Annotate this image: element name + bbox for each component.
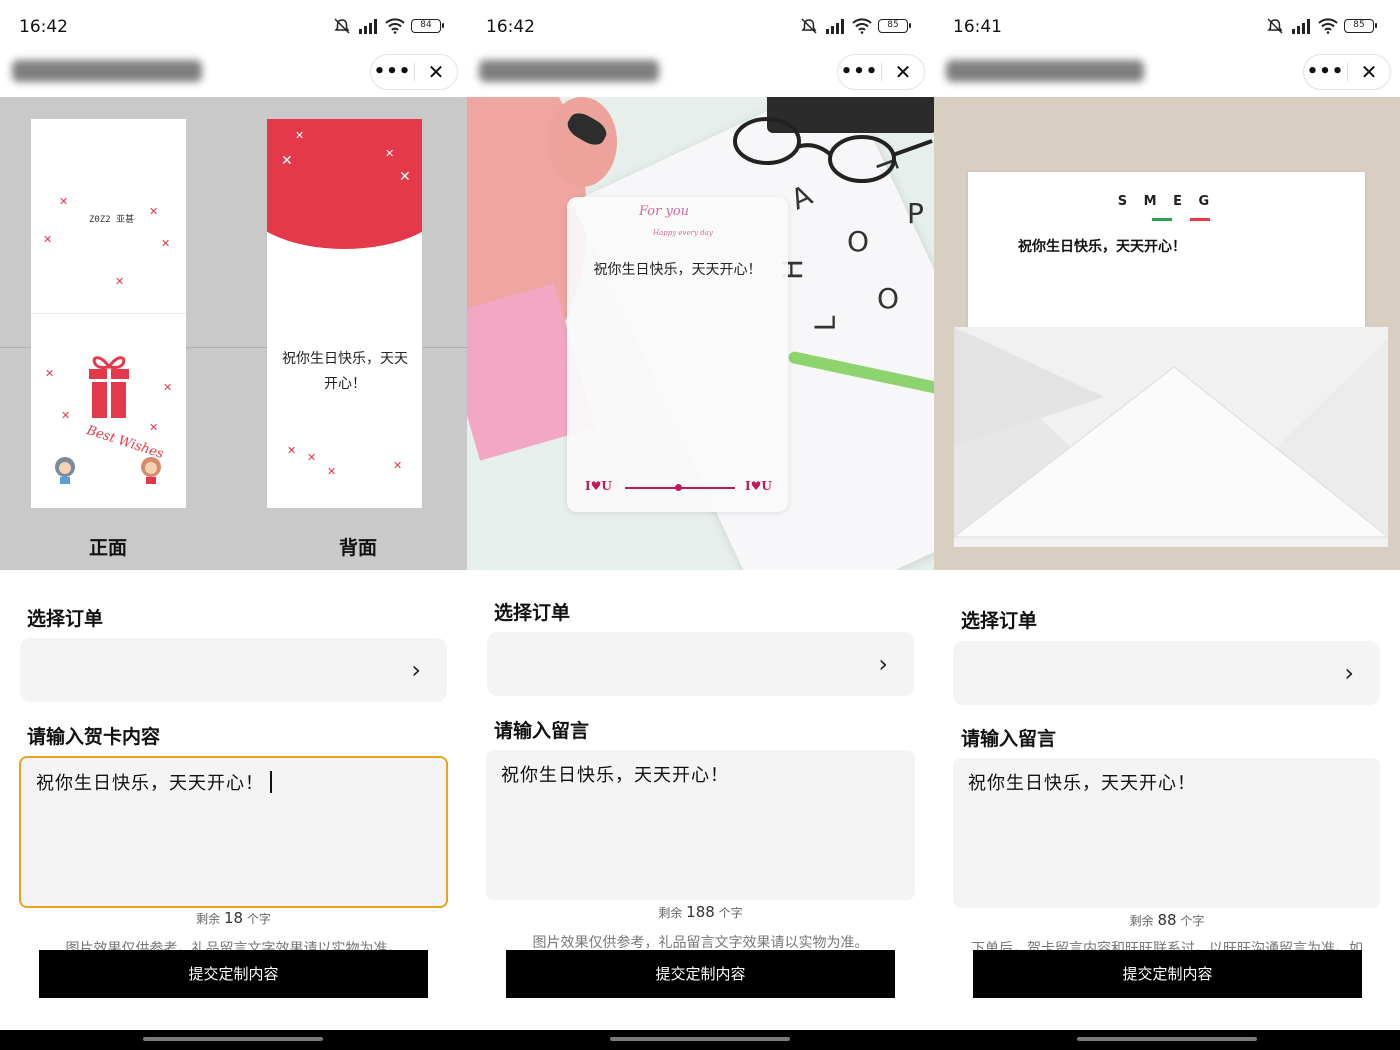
message-input-value: 祝你生日快乐，天天开心！ bbox=[968, 773, 1196, 794]
card-preview: S M E G 祝你生日快乐，天天开心！ bbox=[934, 97, 1400, 570]
back-label: 背面 bbox=[339, 537, 378, 559]
disclaimer-note: 图片效果仅供参考，礼品留言文字效果请以实物为准。 bbox=[532, 935, 869, 951]
envelope-icon bbox=[954, 327, 1388, 547]
blurred-title bbox=[479, 60, 659, 82]
iou-right: I♥U bbox=[745, 479, 772, 493]
message-input[interactable]: 祝你生日快乐，天天开心！ bbox=[19, 756, 448, 908]
iou-left: I♥U bbox=[585, 479, 612, 493]
mini-program-titlebar: ••• ✕ bbox=[0, 52, 467, 97]
glasses-icon bbox=[733, 117, 933, 183]
message-input[interactable]: 祝你生日快乐，天天开心！ bbox=[486, 750, 915, 900]
mute-icon bbox=[801, 18, 817, 34]
capsule-menu: ••• ✕ bbox=[837, 54, 925, 90]
signal-icon bbox=[359, 19, 377, 34]
order-section-title: 选择订单 bbox=[961, 610, 1038, 632]
more-icon[interactable]: ••• bbox=[371, 63, 414, 81]
card-preview: A H L O O P T For you Happy every day 祝你… bbox=[467, 97, 934, 570]
gift-icon bbox=[89, 356, 129, 418]
home-indicator bbox=[0, 1030, 467, 1050]
submit-button[interactable]: 提交定制内容 bbox=[39, 950, 428, 998]
message-card: For you Happy every day 祝你生日快乐，天天开心！ I♥U… bbox=[567, 197, 788, 512]
message-input-value: 祝你生日快乐，天天开心！ bbox=[36, 773, 264, 794]
capsule-menu: ••• ✕ bbox=[370, 54, 458, 90]
happy-day-text: Happy every day bbox=[653, 229, 713, 237]
message-section-title: 请输入留言 bbox=[961, 728, 1057, 750]
card-back-message: 祝你生日快乐，天天开心！ bbox=[282, 351, 408, 392]
battery-icon: 85 bbox=[878, 19, 911, 33]
card-message: 祝你生日快乐，天天开心！ bbox=[593, 262, 762, 278]
left-mascot-icon bbox=[55, 457, 75, 484]
more-icon[interactable]: ••• bbox=[838, 63, 881, 81]
chevron-right-icon: › bbox=[878, 650, 888, 678]
status-time: 16:42 bbox=[19, 17, 68, 37]
order-section-title: 选择订单 bbox=[27, 608, 104, 630]
wifi-icon bbox=[1318, 18, 1338, 34]
right-mascot-icon bbox=[141, 457, 161, 484]
remaining-count: 剩余 18 个字 bbox=[196, 909, 271, 927]
message-section-title: 请输入贺卡内容 bbox=[27, 726, 161, 748]
close-icon[interactable]: ✕ bbox=[882, 60, 924, 84]
panel-smeg-card: 16:41 85 ••• ✕ S M E G 祝你生日快乐，天天开心！ 选择订单… bbox=[934, 0, 1400, 1030]
card-back: ✕ ✕ ✕ ✕ 祝你生日快乐，天天开心！ ✕ ✕ ✕ ✕ bbox=[267, 119, 422, 508]
blurred-title bbox=[946, 60, 1144, 82]
submit-button[interactable]: 提交定制内容 bbox=[973, 950, 1362, 998]
card-message: 祝你生日快乐，天天开心！ bbox=[1018, 239, 1186, 255]
panel-greeting-card: 16:42 84 ••• ✕ Z0Z2 亚甚 ✕ ✕ ✕ ✕ ✕ ✕ ✕ ✕ ✕… bbox=[0, 0, 467, 1030]
chevron-right-icon: › bbox=[411, 656, 421, 684]
message-section-title: 请输入留言 bbox=[494, 720, 590, 742]
close-icon[interactable]: ✕ bbox=[415, 60, 457, 84]
signal-icon bbox=[1292, 19, 1310, 34]
remaining-count: 剩余 88 个字 bbox=[1129, 911, 1205, 929]
status-bar: 16:41 85 bbox=[934, 0, 1400, 52]
status-bar: 16:42 85 bbox=[467, 0, 934, 52]
submit-button[interactable]: 提交定制内容 bbox=[506, 950, 895, 998]
home-indicator bbox=[934, 1030, 1400, 1050]
close-icon[interactable]: ✕ bbox=[1348, 60, 1390, 84]
status-bar: 16:42 84 bbox=[0, 0, 467, 52]
mini-program-titlebar: ••• ✕ bbox=[934, 52, 1400, 97]
battery-icon: 84 bbox=[411, 19, 444, 33]
message-input-value: 祝你生日快乐，天天开心！ bbox=[501, 765, 729, 786]
card-preview: Z0Z2 亚甚 ✕ ✕ ✕ ✕ ✕ ✕ ✕ ✕ ✕ Best Wishes ✕ bbox=[0, 97, 467, 570]
order-select[interactable]: › bbox=[953, 641, 1380, 705]
home-indicator bbox=[467, 1030, 934, 1050]
brand-text: Z0Z2 亚甚 bbox=[89, 215, 135, 225]
status-time: 16:41 bbox=[953, 17, 1002, 37]
front-label: 正面 bbox=[89, 537, 128, 559]
card-front: Z0Z2 亚甚 ✕ ✕ ✕ ✕ ✕ ✕ ✕ ✕ ✕ Best Wishes bbox=[31, 119, 186, 508]
order-select[interactable]: › bbox=[20, 638, 447, 702]
mini-program-titlebar: ••• ✕ bbox=[467, 52, 934, 97]
status-time: 16:42 bbox=[486, 17, 535, 37]
message-input[interactable]: 祝你生日快乐，天天开心！ bbox=[953, 758, 1380, 908]
mute-icon bbox=[334, 18, 350, 34]
order-select[interactable]: › bbox=[487, 632, 914, 696]
smeg-logo: S M E G bbox=[1117, 194, 1216, 209]
wifi-icon bbox=[385, 18, 405, 34]
blurred-title bbox=[12, 60, 202, 82]
mute-icon bbox=[1267, 18, 1283, 34]
signal-icon bbox=[826, 19, 844, 34]
chevron-right-icon: › bbox=[1344, 659, 1354, 687]
panel-card-message: 16:42 85 ••• ✕ A H L O O P T For you Hap… bbox=[467, 0, 934, 1030]
more-icon[interactable]: ••• bbox=[1304, 63, 1347, 81]
for-you-text: For you bbox=[639, 204, 690, 219]
order-section-title: 选择订单 bbox=[494, 602, 571, 624]
wifi-icon bbox=[852, 18, 872, 34]
capsule-menu: ••• ✕ bbox=[1303, 54, 1391, 90]
battery-icon: 85 bbox=[1344, 19, 1377, 33]
remaining-count: 剩余 188 个字 bbox=[658, 903, 743, 921]
